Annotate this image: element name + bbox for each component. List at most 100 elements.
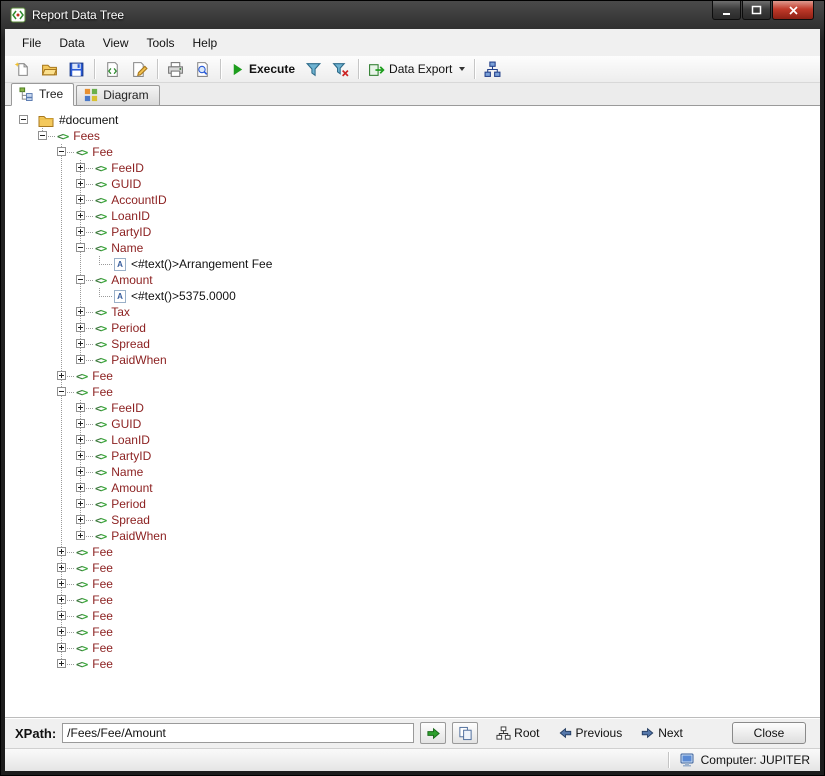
expand-toggle-icon[interactable] bbox=[76, 515, 85, 524]
previous-button[interactable]: Previous bbox=[558, 726, 623, 740]
tree-node[interactable]: <>GUID bbox=[19, 176, 820, 192]
tree-node[interactable]: <>LoanID bbox=[19, 208, 820, 224]
expand-toggle-icon[interactable] bbox=[57, 659, 66, 668]
tree-node[interactable]: <>Fees bbox=[19, 128, 820, 144]
collapse-toggle-icon[interactable] bbox=[57, 147, 66, 156]
tree-node[interactable]: <>Tax bbox=[19, 304, 820, 320]
tree-node[interactable]: #document bbox=[19, 112, 820, 128]
expand-toggle-icon[interactable] bbox=[76, 467, 85, 476]
tree-node[interactable]: <>Fee bbox=[19, 384, 820, 400]
tree-node[interactable]: <>FeeID bbox=[19, 160, 820, 176]
expand-toggle-icon[interactable] bbox=[76, 435, 85, 444]
tree-node[interactable]: <>Period bbox=[19, 496, 820, 512]
tree-node[interactable]: <>AccountID bbox=[19, 192, 820, 208]
tab-tree[interactable]: Tree bbox=[11, 83, 74, 106]
tree-view[interactable]: #document<>Fees<>Fee<>FeeID<>GUID<>Accou… bbox=[5, 106, 820, 717]
maximize-button[interactable] bbox=[742, 1, 771, 20]
tree-node[interactable]: <>Spread bbox=[19, 512, 820, 528]
expand-toggle-icon[interactable] bbox=[76, 323, 85, 332]
collapse-toggle-icon[interactable] bbox=[57, 387, 66, 396]
clear-filter-button[interactable] bbox=[328, 58, 353, 81]
tree-node[interactable]: <>Fee bbox=[19, 640, 820, 656]
tree-node[interactable]: <>Name bbox=[19, 240, 820, 256]
tree-node[interactable]: <>Fee bbox=[19, 608, 820, 624]
expand-toggle-icon[interactable] bbox=[76, 307, 85, 316]
tree-node[interactable]: <>Amount bbox=[19, 480, 820, 496]
tree-node[interactable]: <>Spread bbox=[19, 336, 820, 352]
titlebar[interactable]: Report Data Tree bbox=[1, 1, 824, 29]
tree-node[interactable]: <>Fee bbox=[19, 624, 820, 640]
tree-node[interactable]: <>Period bbox=[19, 320, 820, 336]
expand-toggle-icon[interactable] bbox=[76, 179, 85, 188]
expand-toggle-icon[interactable] bbox=[57, 371, 66, 380]
xml-source-button[interactable] bbox=[100, 58, 125, 81]
tree-node[interactable]: <>PaidWhen bbox=[19, 352, 820, 368]
print-preview-button[interactable] bbox=[190, 58, 215, 81]
expand-toggle-icon[interactable] bbox=[57, 595, 66, 604]
edit-document-button[interactable] bbox=[127, 58, 152, 81]
tree-node[interactable]: <>GUID bbox=[19, 416, 820, 432]
tree-node[interactable]: <>Fee bbox=[19, 656, 820, 672]
tree-node[interactable]: A<#text()>Arrangement Fee bbox=[19, 256, 820, 272]
expand-toggle-icon[interactable] bbox=[76, 531, 85, 540]
open-button[interactable] bbox=[37, 58, 62, 81]
menu-help[interactable]: Help bbox=[184, 31, 227, 55]
expand-toggle-icon[interactable] bbox=[57, 611, 66, 620]
tree-node[interactable]: <>PartyID bbox=[19, 224, 820, 240]
next-button[interactable]: Next bbox=[640, 726, 683, 740]
tree-node[interactable]: <>FeeID bbox=[19, 400, 820, 416]
collapse-toggle-icon[interactable] bbox=[76, 275, 85, 284]
save-button[interactable] bbox=[64, 58, 89, 81]
expand-toggle-icon[interactable] bbox=[57, 547, 66, 556]
data-export-button[interactable]: Data Export bbox=[364, 58, 469, 81]
collapse-toggle-icon[interactable] bbox=[19, 115, 28, 124]
expand-toggle-icon[interactable] bbox=[57, 643, 66, 652]
expand-toggle-icon[interactable] bbox=[76, 227, 85, 236]
collapse-toggle-icon[interactable] bbox=[76, 243, 85, 252]
tree-node[interactable]: <>Amount bbox=[19, 272, 820, 288]
expand-toggle-icon[interactable] bbox=[76, 211, 85, 220]
tree-node[interactable]: <>PaidWhen bbox=[19, 528, 820, 544]
expand-toggle-icon[interactable] bbox=[76, 451, 85, 460]
xpath-copy-button[interactable] bbox=[452, 722, 478, 744]
expand-toggle-icon[interactable] bbox=[76, 419, 85, 428]
tree-node[interactable]: <>Fee bbox=[19, 592, 820, 608]
expand-toggle-icon[interactable] bbox=[76, 163, 85, 172]
expand-toggle-icon[interactable] bbox=[76, 499, 85, 508]
xpath-input[interactable] bbox=[62, 723, 414, 743]
expand-toggle-icon[interactable] bbox=[57, 563, 66, 572]
diagram-hierarchy-button[interactable] bbox=[480, 58, 505, 81]
expand-toggle-icon[interactable] bbox=[57, 627, 66, 636]
tree-node[interactable]: <>Fee bbox=[19, 368, 820, 384]
menu-view[interactable]: View bbox=[94, 31, 138, 55]
tree-node[interactable]: <>Fee bbox=[19, 576, 820, 592]
tree-node[interactable]: <>Fee bbox=[19, 144, 820, 160]
close-button[interactable] bbox=[772, 1, 814, 20]
tree-node[interactable]: <>LoanID bbox=[19, 432, 820, 448]
tree-node[interactable]: <>PartyID bbox=[19, 448, 820, 464]
expand-toggle-icon[interactable] bbox=[76, 483, 85, 492]
expand-toggle-icon[interactable] bbox=[76, 355, 85, 364]
execute-button[interactable]: Execute bbox=[226, 58, 299, 81]
filter-button[interactable] bbox=[301, 58, 326, 81]
menu-file[interactable]: File bbox=[13, 31, 50, 55]
tree-node[interactable]: A<#text()>5375.0000 bbox=[19, 288, 820, 304]
expand-toggle-icon[interactable] bbox=[57, 579, 66, 588]
tabstrip: Tree Diagram bbox=[5, 83, 820, 106]
print-button[interactable] bbox=[163, 58, 188, 81]
collapse-toggle-icon[interactable] bbox=[38, 131, 47, 140]
minimize-button[interactable] bbox=[712, 1, 741, 20]
menu-tools[interactable]: Tools bbox=[138, 31, 184, 55]
tree-node[interactable]: <>Fee bbox=[19, 544, 820, 560]
xpath-go-button[interactable] bbox=[420, 722, 446, 744]
root-button[interactable]: Root bbox=[496, 726, 539, 741]
expand-toggle-icon[interactable] bbox=[76, 403, 85, 412]
tab-diagram[interactable]: Diagram bbox=[76, 85, 159, 105]
tree-node[interactable]: <>Name bbox=[19, 464, 820, 480]
new-document-button[interactable] bbox=[10, 58, 35, 81]
expand-toggle-icon[interactable] bbox=[76, 339, 85, 348]
menu-data[interactable]: Data bbox=[50, 31, 93, 55]
close-dialog-button[interactable]: Close bbox=[732, 722, 806, 744]
expand-toggle-icon[interactable] bbox=[76, 195, 85, 204]
tree-node[interactable]: <>Fee bbox=[19, 560, 820, 576]
